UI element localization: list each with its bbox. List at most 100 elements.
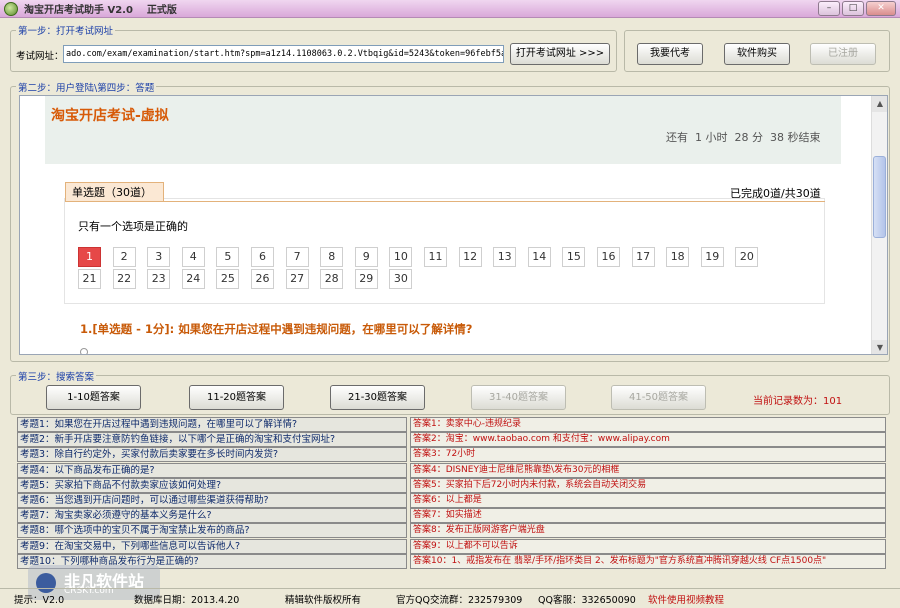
question-number-button[interactable]: 27 (285, 269, 309, 289)
question-number-button[interactable]: 18 (666, 247, 690, 267)
table-row[interactable]: 考题3：除自行约定外，买家付款后卖家要在多长时间内发货? 答案3：72小时 (17, 447, 887, 463)
window-title: 淘宝开店考试助手 V2.0 正式版 (24, 5, 177, 16)
scroll-down-icon[interactable]: ▼ (872, 340, 887, 354)
status-db-date: 数据库日期：2013.4.20 (134, 594, 240, 606)
step3-label: 第三步：搜索答案 (16, 369, 97, 383)
maximize-button[interactable]: □ (842, 1, 864, 16)
table-row[interactable]: 考题2：新手开店要注意防钓鱼链接，以下哪个是正确的淘宝和支付宝网址? 答案2：淘宝… (17, 432, 887, 448)
table-row[interactable]: 考题6：当您遇到开店问题时，可以通过哪些渠道获得帮助? 答案6：以上都是 (17, 493, 887, 508)
status-copyright: 精辑软件版权所有 (285, 594, 362, 606)
question-number-button[interactable]: 6 (251, 247, 274, 267)
status-qq-group: 官方QQ交流群：232579309 (396, 594, 523, 606)
question-number-button[interactable]: 3 (147, 247, 171, 267)
exam-browser-view[interactable]: 淘宝开店考试-虚拟 还有 1 小时 28 分 38 秒结束 单选题（30道） 已… (19, 95, 888, 355)
question-number-button[interactable]: 24 (181, 269, 205, 289)
question-number-button[interactable]: 22 (112, 269, 136, 289)
question-number-button[interactable]: 1 (78, 247, 101, 267)
question-number-button[interactable]: 30 (389, 269, 413, 289)
status-bar: 提示：V2.0 数据库日期：2013.4.20 精辑软件版权所有 官方QQ交流群… (0, 588, 900, 608)
question-number-button[interactable]: 17 (631, 247, 655, 267)
answer-cell[interactable]: 答案8：发布正版网游客户端光盘 (410, 523, 886, 539)
answers-41-50-button[interactable]: 41-50题答案 (611, 385, 706, 410)
question-cell[interactable]: 考题6：当您遇到开店问题时，可以通过哪些渠道获得帮助? (17, 493, 407, 508)
question-number-button[interactable]: 13 (493, 247, 517, 267)
step1-label: 第一步：打开考试网址 (16, 23, 116, 37)
question-cell[interactable]: 考题5：买家拍下商品不付款卖家应该如何处理? (17, 477, 407, 493)
proxy-exam-button[interactable]: 我要代考 (637, 43, 703, 65)
answer-cell[interactable]: 答案6：以上都是 (410, 493, 886, 508)
answer-cell[interactable]: 答案4：DISNEY迪士尼维尼熊靠垫\发布30元的相框 (410, 462, 886, 478)
question-number-button[interactable]: 23 (147, 269, 171, 289)
video-tutorial-link[interactable]: 软件使用视频教程 (648, 592, 724, 606)
tab-single-choice[interactable]: 单选题（30道） (65, 182, 164, 202)
answer-cell[interactable]: 答案3：72小时 (410, 447, 886, 463)
answers-21-30-button[interactable]: 21-30题答案 (330, 385, 425, 410)
question-number-button[interactable]: 16 (597, 247, 620, 267)
answers-11-20-button[interactable]: 11-20题答案 (189, 385, 284, 410)
instruction-text: 只有一个选项是正确的 (78, 220, 188, 233)
question-number-button[interactable]: 20 (735, 247, 759, 267)
title-bar: 淘宝开店考试助手 V2.0 正式版 – □ ✕ (0, 0, 900, 18)
tab-underline (65, 201, 825, 202)
answer-cell[interactable]: 答案5：买家拍下后72小时内未付款，系统会自动关闭交易 (410, 477, 886, 493)
question-number-button[interactable]: 15 (562, 247, 586, 267)
question-cell[interactable]: 考题3：除自行约定外，买家付款后卖家要在多长时间内发货? (17, 447, 407, 463)
question-number-button[interactable]: 29 (354, 269, 378, 289)
scroll-thumb[interactable] (873, 156, 886, 238)
question-cell[interactable]: 考题9：在淘宝交易中，下列哪些信息可以告诉他人? (17, 538, 407, 554)
question-number-button[interactable]: 19 (700, 247, 724, 267)
scroll-up-icon[interactable]: ▲ (872, 96, 887, 112)
question-number-button[interactable]: 21 (78, 269, 101, 289)
question-number-button[interactable]: 28 (320, 269, 344, 289)
table-row[interactable]: 考题7：淘宝卖家必须遵守的基本义务是什么? 答案7：如实描述 (17, 508, 887, 524)
record-count: 当前记录数为：101 (753, 396, 843, 407)
question-number-button[interactable]: 12 (458, 247, 482, 267)
question-number-button[interactable]: 2 (112, 247, 136, 267)
registered-button[interactable]: 已注册 (810, 43, 876, 65)
question-number-button[interactable]: 4 (181, 247, 205, 267)
question-number-button[interactable]: 9 (354, 247, 378, 267)
browser-scrollbar[interactable]: ▲ ▼ (871, 96, 887, 354)
step2-label: 第二步：用户登陆\第四步：答题 (16, 80, 157, 94)
question-cell[interactable]: 考题4：以下商品发布正确的是? (17, 462, 407, 478)
exam-progress: 已完成0道/共30道 (730, 187, 821, 200)
table-row[interactable]: 考题5：买家拍下商品不付款卖家应该如何处理? 答案5：买家拍下后72小时内未付款，… (17, 477, 887, 493)
answer-cell[interactable]: 答案10：1、戒指发布在 翡翠/手环/指环类目 2、发布标题为"官方系统直冲腾讯… (410, 553, 886, 569)
exam-url-input[interactable]: ado.com/exam/examination/start.htm?spm=a… (63, 45, 504, 63)
question-number-button[interactable]: 7 (285, 247, 309, 267)
question-number-button[interactable]: 14 (527, 247, 551, 267)
table-row[interactable]: 考题1：如果您在开店过程中遇到违规问题，在哪里可以了解详情? 答案1：卖家中心-违… (17, 417, 887, 432)
option-radio[interactable] (80, 348, 88, 354)
exam-timer: 还有 1 小时 28 分 38 秒结束 (666, 131, 821, 144)
question-cell[interactable]: 考题2：新手开店要注意防钓鱼链接，以下哪个是正确的淘宝和支付宝网址? (17, 432, 407, 448)
answers-1-10-button[interactable]: 1-10题答案 (46, 385, 141, 410)
buy-software-button[interactable]: 软件购买 (724, 43, 790, 65)
answer-cell[interactable]: 答案2：淘宝：www.taobao.com 和支付宝：www.alipay.co… (410, 432, 886, 448)
window-controls: – □ ✕ (818, 1, 896, 16)
answer-cell[interactable]: 答案7：如实描述 (410, 508, 886, 524)
question-cell[interactable]: 考题8：哪个选项中的宝贝不属于淘宝禁止发布的商品? (17, 523, 407, 539)
question-number-button[interactable]: 11 (424, 247, 447, 267)
question-number-button[interactable]: 5 (216, 247, 240, 267)
answer-cell[interactable]: 答案1：卖家中心-违规纪录 (410, 417, 886, 432)
question-number-button[interactable]: 26 (251, 269, 274, 289)
question-number-button[interactable]: 10 (389, 247, 413, 267)
question-cell[interactable]: 考题7：淘宝卖家必须遵守的基本义务是什么? (17, 508, 407, 524)
question-number-button[interactable]: 8 (320, 247, 344, 267)
question-cell[interactable]: 考题1：如果您在开店过程中遇到违规问题，在哪里可以了解详情? (17, 417, 407, 432)
close-button[interactable]: ✕ (866, 1, 896, 16)
table-row[interactable]: 考题8：哪个选项中的宝贝不属于淘宝禁止发布的商品? 答案8：发布正版网游客户端光盘 (17, 523, 887, 539)
status-qq-support: QQ客服：332650090 (538, 594, 636, 606)
url-label: 考试网址： (14, 48, 66, 62)
status-hint: 提示：V2.0 (14, 594, 65, 606)
table-row[interactable]: 考题4：以下商品发布正确的是? 答案4：DISNEY迪士尼维尼熊靠垫\发布30元的… (17, 462, 887, 478)
question-text: 1.[单选题 - 1分]: 如果您在开店过程中遇到违规问题，在哪里可以了解详情? (80, 322, 473, 336)
minimize-button[interactable]: – (818, 1, 840, 16)
table-row[interactable]: 考题9：在淘宝交易中，下列哪些信息可以告诉他人? 答案9：以上都不可以告诉 (17, 538, 887, 554)
answer-cell[interactable]: 答案9：以上都不可以告诉 (410, 538, 886, 554)
question-number-button[interactable]: 25 (216, 269, 240, 289)
open-url-button[interactable]: 打开考试网址 >>> (510, 43, 610, 65)
exam-title: 淘宝开店考试-虚拟 (51, 108, 169, 124)
answers-31-40-button[interactable]: 31-40题答案 (471, 385, 566, 410)
app-logo-icon (4, 1, 18, 16)
